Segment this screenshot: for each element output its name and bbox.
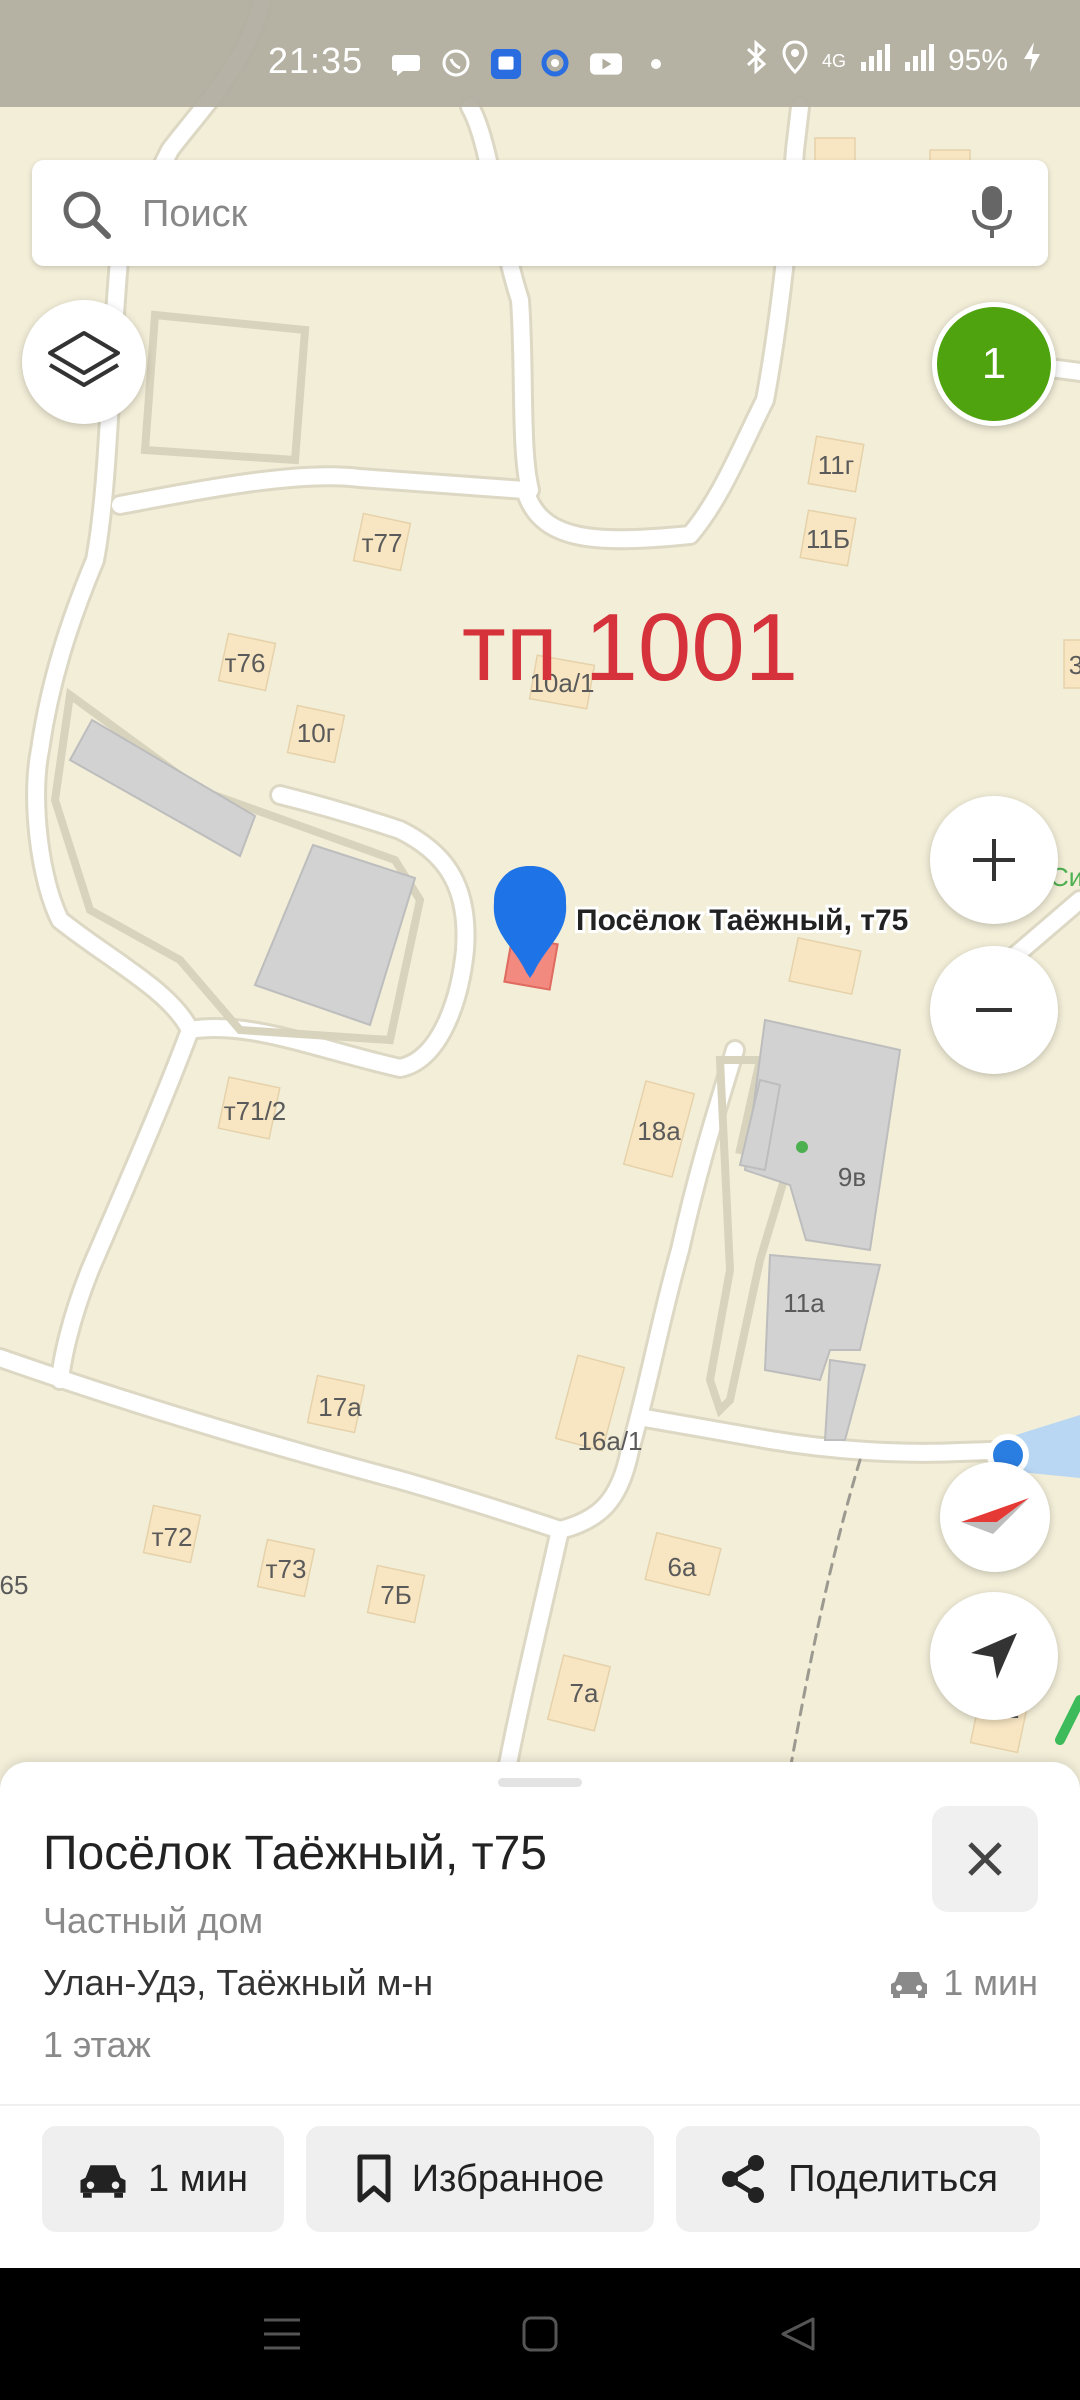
home-button[interactable] [516,2310,564,2358]
place-type: Частный дом [43,1900,264,1941]
building-label: 7а [570,1678,599,1708]
building-label: 3 [1069,650,1080,680]
building-label: 65 [0,1570,28,1600]
route-button[interactable]: 1 мин [42,2126,284,2232]
close-icon [968,1842,1002,1876]
building-label: 17а [318,1392,362,1422]
building-label: 11а [783,1288,825,1318]
home-square-icon [522,2316,558,2352]
app-icon [490,48,522,80]
route-button-label: 1 мин [147,2157,249,2200]
building-label: 9в [838,1162,866,1192]
status-time: 21:35 [268,40,364,81]
action-bar: 1 мин Избранное Поделиться [0,2126,1080,2232]
search-icon [63,191,111,239]
building-label: т71/2 [224,1096,287,1126]
drive-time-label: 1 мин [943,1962,1038,2003]
status-bar: 21:35 4G 95% [0,0,1080,107]
building-label: 11Б [806,524,850,554]
building-label: т77 [362,528,403,558]
building-label: 11г [818,450,854,480]
share-button-label: Поделиться [788,2157,998,2200]
compass-button[interactable] [940,1462,1050,1572]
compass-icon [961,1498,1029,1534]
menu-icon [264,2318,300,2350]
sheet-drag-handle[interactable] [498,1778,582,1787]
layers-icon [48,331,120,387]
share-button[interactable]: Поделиться [676,2126,1040,2232]
bluetooth-icon [744,39,768,82]
zoom-in-button[interactable] [930,796,1058,924]
navigation-arrow-icon [971,1633,1017,1679]
building-label: 7Б [380,1580,412,1610]
marker-label: Посёлок Таёжный, т75 [576,904,908,937]
share-icon [722,2155,765,2203]
place-card: Посёлок Таёжный, т75 Частный дом Улан-Уд… [0,1762,1080,2268]
divider [0,2104,1080,2106]
my-location-button[interactable] [930,1592,1058,1720]
microphone-icon[interactable] [962,182,1022,242]
place-title: Посёлок Таёжный, т75 [43,1827,547,1880]
signal-icon [904,42,934,80]
system-navigation-bar [0,2268,1080,2400]
building-label: т76 [225,648,266,678]
car-icon [80,2165,126,2198]
battery-percent: 95% [947,44,1008,77]
overlay-label: тп 1001 [462,594,798,701]
building-label: 10г [297,718,335,748]
drive-time: 1 мин [889,1962,1038,2004]
search-app-icon [540,48,572,80]
notification-count-badge[interactable]: 1 [932,302,1056,426]
viber-icon [440,48,472,80]
building-label: 6а [668,1552,697,1582]
youtube-icon [590,48,622,80]
signal-icon [860,42,890,80]
zoom-out-button[interactable] [930,946,1058,1074]
back-triangle-icon [781,2317,815,2351]
search-input[interactable] [140,176,964,252]
building-label: т73 [266,1554,307,1584]
building-label: т72 [152,1522,193,1552]
recents-button[interactable] [258,2310,306,2358]
car-icon [891,1972,928,1998]
network-type: 4G [821,50,846,71]
location-icon [782,40,808,82]
notification-icons [390,44,672,84]
map-canvas[interactable]: т77 т76 10а/1 10г 11г 11Б 3 т71/2 18а 9в… [0,0,1080,1780]
building-label: 18а [637,1116,681,1146]
plus-icon [973,839,1015,881]
layers-button[interactable] [22,300,146,424]
favorite-button-label: Избранное [411,2157,605,2200]
chat-bubble-icon [390,48,422,80]
close-button[interactable] [932,1806,1038,1912]
dot-icon [640,48,672,80]
place-floors: 1 этаж [43,2024,151,2065]
system-status: 4G 95% [744,39,1042,82]
building-label: 16а/1 [577,1426,642,1456]
back-button[interactable] [774,2310,822,2358]
favorite-button[interactable]: Избранное [306,2126,654,2232]
charging-icon [1022,41,1042,81]
place-address: Улан-Удэ, Таёжный м-н [43,1962,434,2003]
search-bar[interactable] [32,160,1048,266]
minus-icon [976,1008,1012,1012]
bookmark-icon [357,2154,391,2203]
